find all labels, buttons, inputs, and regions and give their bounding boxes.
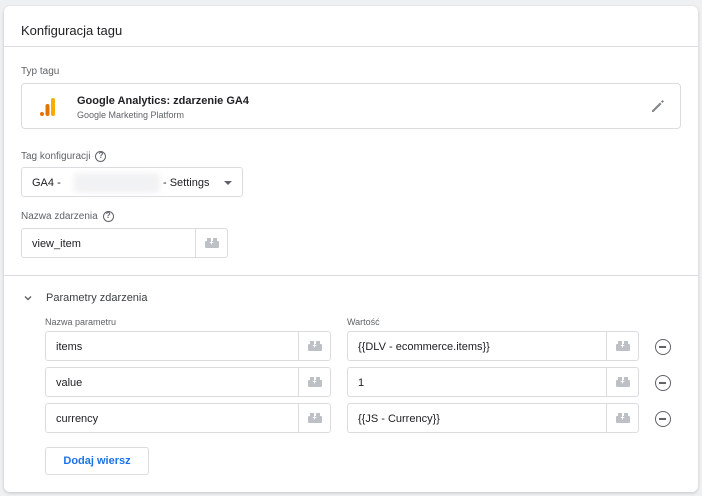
- event-params-toggle[interactable]: Parametry zdarzenia: [24, 292, 148, 304]
- param-value-value: 1: [358, 377, 365, 389]
- help-icon[interactable]: ?: [95, 151, 107, 162]
- config-tag-select[interactable]: GA4 - - Settings: [21, 167, 243, 197]
- variable-picker-icon: +: [307, 341, 322, 351]
- variable-picker-icon: +: [615, 377, 630, 387]
- variable-picker-button[interactable]: +: [298, 404, 330, 432]
- variable-picker-button[interactable]: +: [298, 332, 330, 360]
- variable-picker-icon: +: [307, 413, 322, 423]
- param-name-input[interactable]: currency +: [45, 403, 331, 433]
- config-tag-prefix: GA4 -: [32, 177, 61, 189]
- param-value-value: {{DLV - ecommerce.items}}: [358, 341, 490, 353]
- add-row-button[interactable]: Dodaj wiersz: [45, 447, 149, 475]
- remove-circle-icon[interactable]: [655, 339, 671, 355]
- variable-picker-button[interactable]: +: [606, 332, 638, 360]
- param-name-value: value: [56, 377, 83, 389]
- variable-picker-button[interactable]: +: [195, 229, 227, 257]
- variable-picker-icon: +: [615, 341, 630, 351]
- param-name-header: Nazwa parametru: [45, 317, 117, 327]
- variable-picker-icon: +: [307, 377, 322, 387]
- variable-picker-button[interactable]: +: [606, 404, 638, 432]
- variable-picker-button[interactable]: +: [298, 368, 330, 396]
- param-name-input[interactable]: value +: [45, 367, 331, 397]
- pencil-icon[interactable]: [650, 98, 666, 114]
- param-value-value: {{JS - Currency}}: [358, 413, 440, 425]
- google-analytics-icon: [40, 98, 55, 116]
- event-name-input[interactable]: view_item +: [21, 228, 228, 258]
- chevron-down-icon: [24, 294, 32, 302]
- param-name-input[interactable]: items +: [45, 331, 331, 361]
- variable-picker-icon: +: [615, 413, 630, 423]
- tag-type-name: Google Analytics: zdarzenie GA4: [77, 95, 249, 107]
- param-name-value: items: [56, 341, 83, 353]
- param-name-value: currency: [56, 413, 99, 425]
- card-title: Konfiguracja tagu: [21, 23, 123, 38]
- tag-type-provider: Google Marketing Platform: [77, 110, 185, 120]
- dropdown-caret-icon: [224, 181, 232, 185]
- config-tag-suffix: - Settings: [163, 177, 210, 189]
- param-value-header: Wartość: [347, 317, 380, 327]
- event-params-title: Parametry zdarzenia: [46, 292, 148, 304]
- variable-picker-button[interactable]: +: [606, 368, 638, 396]
- event-name-value: view_item: [32, 238, 81, 250]
- section-divider: [4, 275, 698, 276]
- param-value-input[interactable]: 1 +: [347, 367, 639, 397]
- variable-picker-icon: +: [204, 238, 219, 248]
- redacted-value: [74, 173, 160, 193]
- param-value-input[interactable]: {{JS - Currency}} +: [347, 403, 639, 433]
- param-value-input[interactable]: {{DLV - ecommerce.items}} +: [347, 331, 639, 361]
- remove-circle-icon[interactable]: [655, 375, 671, 391]
- tag-type-label: Typ tagu: [21, 66, 60, 77]
- event-name-label: Nazwa zdarzenia ?: [21, 211, 114, 222]
- config-tag-label: Tag konfiguracji ?: [21, 151, 107, 162]
- help-icon[interactable]: ?: [102, 211, 114, 222]
- tag-config-card: Konfiguracja tagu Typ tagu Google Analyt…: [4, 6, 698, 492]
- remove-circle-icon[interactable]: [655, 411, 671, 427]
- tag-type-card[interactable]: Google Analytics: zdarzenie GA4 Google M…: [21, 83, 681, 129]
- title-divider: [4, 46, 698, 47]
